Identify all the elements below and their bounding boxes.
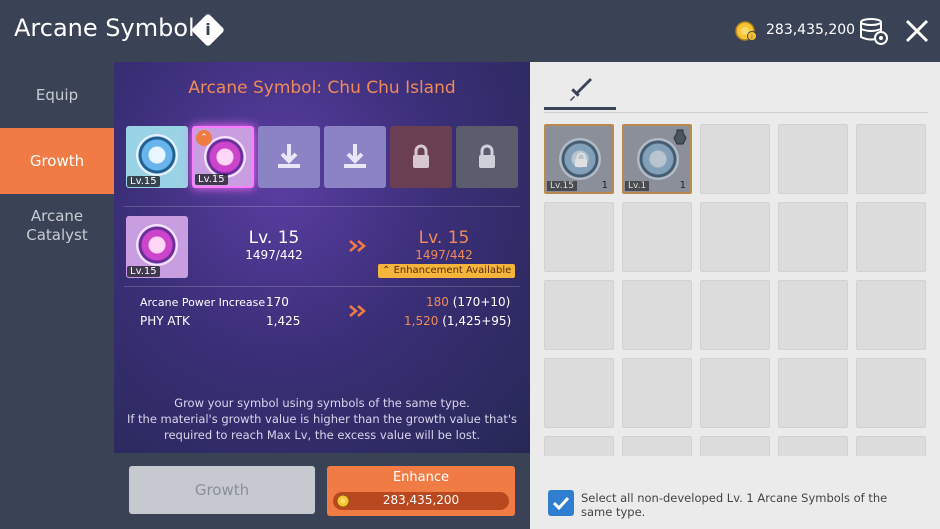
inventory-slot-empty[interactable] [778, 280, 848, 350]
description-line: Grow your symbol using symbols of the sa… [174, 396, 470, 410]
inventory-slot-empty[interactable] [544, 436, 614, 456]
inventory-slot-empty[interactable] [622, 202, 692, 272]
inventory-slot-empty[interactable] [544, 280, 614, 350]
enhancement-badge-label: Enhancement Available [393, 265, 512, 276]
divider [124, 286, 520, 287]
page-title: Arcane Symbol [14, 14, 195, 42]
arcane-symbol-icon [136, 134, 178, 176]
inventory-slot-empty[interactable] [856, 436, 926, 456]
description-line: If the material's growth value is higher… [126, 412, 518, 426]
enhance-button-label: Enhance [392, 470, 450, 485]
close-icon[interactable] [904, 18, 930, 44]
inventory-slot-empty[interactable] [700, 436, 770, 456]
tab-weapon[interactable] [544, 70, 616, 110]
stat-next-detail: (1,425+95) [442, 314, 512, 328]
growth-description: Grow your symbol using symbols of the sa… [114, 395, 530, 443]
inventory-panel: Lv.15 1 Lv.1 1 [530, 62, 940, 529]
arcane-symbol-icon [136, 224, 178, 266]
inventory-slot-empty[interactable] [856, 202, 926, 272]
next-level: Lv. 15 [418, 228, 470, 248]
selected-symbol: Lv.15 [126, 216, 188, 278]
inventory-slot-empty[interactable] [778, 358, 848, 428]
inventory-slot-empty[interactable] [700, 124, 770, 194]
slot-level: Lv.15 [127, 176, 160, 187]
stat-next: 180 (170+10) [426, 295, 510, 309]
material-slot-1[interactable]: Lv.15 [126, 126, 188, 188]
inventory-slot-empty[interactable] [700, 358, 770, 428]
description-line: required to reach Max Lv, the excess val… [163, 428, 481, 442]
item-count: 1 [601, 180, 608, 191]
enhancement-available-badge: ⌃ Enhancement Available [378, 264, 516, 278]
inventory-slot-empty[interactable] [544, 202, 614, 272]
double-arrow-icon [349, 305, 366, 317]
lock-icon [575, 152, 587, 167]
select-all-label: Select all non-developed Lv. 1 Arcane Sy… [581, 491, 888, 519]
material-slot-5 [390, 126, 452, 188]
nav-item-equip[interactable]: Equip [0, 62, 114, 128]
weapon-tab-icon [570, 78, 592, 101]
material-slot-4[interactable] [324, 126, 386, 188]
stat-next-value: 1,520 [404, 314, 439, 328]
current-growth: 1497/442 [245, 248, 303, 262]
info-icon[interactable]: i [191, 13, 225, 47]
stat-label: PHY ATK [140, 314, 190, 328]
inventory-slot-empty[interactable] [778, 124, 848, 194]
download-icon [278, 144, 300, 168]
currency-amount: 283,435,200 [766, 22, 856, 38]
item-count: 1 [679, 180, 686, 191]
material-slot-2[interactable]: ⌃ Lv.15 [192, 126, 254, 188]
lock-icon [413, 144, 429, 168]
checkmark-icon [552, 496, 570, 511]
header-bar: Arcane Symbol i i 283,435,200 [0, 0, 940, 62]
inventory-slot-empty[interactable] [778, 202, 848, 272]
select-all-checkbox[interactable] [548, 490, 574, 516]
panel-title: Arcane Symbol: Chu Chu Island [188, 78, 456, 98]
item-level: Lv.15 [547, 181, 577, 191]
inventory-slot-empty[interactable] [856, 280, 926, 350]
next-growth: 1497/442 [415, 248, 473, 262]
enhance-button[interactable]: Enhance 283,435,200 [327, 466, 515, 516]
stat-label: Arcane Power Increase [140, 296, 266, 309]
slot-level: Lv.15 [127, 266, 160, 277]
inventory-slot-empty[interactable] [856, 358, 926, 428]
enhance-cost-value: 283,435,200 [382, 493, 460, 507]
storage-icon[interactable] [857, 15, 889, 47]
inventory-slot-empty[interactable] [622, 280, 692, 350]
growth-button[interactable]: Growth [129, 466, 315, 514]
double-arrow-icon [349, 240, 366, 252]
enhance-cost: 283,435,200 [333, 492, 509, 510]
tab-divider [544, 112, 928, 113]
stat-current: 170 [266, 295, 289, 309]
material-slot-3[interactable] [258, 126, 320, 188]
inventory-item[interactable]: Lv.15 1 [544, 124, 614, 194]
nav-item-arcane-catalyst[interactable]: Arcane Catalyst [0, 207, 114, 251]
potion-icon [673, 129, 687, 145]
material-slot-6 [456, 126, 518, 188]
meso-coin-icon: i [735, 21, 757, 41]
lock-icon [479, 144, 495, 168]
stat-next-detail: (170+10) [452, 295, 511, 309]
side-nav: Equip Growth Arcane Catalyst [0, 62, 114, 529]
stat-current: 1,425 [266, 314, 301, 328]
inventory-slot-empty[interactable] [700, 202, 770, 272]
stat-next-value: 180 [426, 295, 449, 309]
item-level: Lv.1 [625, 181, 650, 191]
stat-next: 1,520 (1,425+95) [404, 314, 511, 328]
inventory-slot-empty[interactable] [622, 436, 692, 456]
nav-item-growth[interactable]: Growth [0, 128, 114, 194]
inventory-slot-empty[interactable] [856, 124, 926, 194]
inventory-slot-empty[interactable] [778, 436, 848, 456]
inventory-slot-empty[interactable] [700, 280, 770, 350]
inventory-slot-empty[interactable] [622, 358, 692, 428]
inventory-item[interactable]: Lv.1 1 [622, 124, 692, 194]
download-icon [344, 144, 366, 168]
upgrade-arrow-icon: ⌃ [196, 130, 212, 146]
divider [124, 206, 520, 207]
inventory-slot-empty[interactable] [544, 358, 614, 428]
growth-panel: Arcane Symbol: Chu Chu Island Lv.15 ⌃ Lv… [114, 62, 530, 453]
action-bar: Growth Enhance 283,435,200 [114, 453, 530, 529]
current-level: Lv. 15 [248, 228, 300, 248]
slot-level: Lv.15 [195, 174, 228, 185]
inventory-grid: Lv.15 1 Lv.1 1 [544, 124, 928, 456]
